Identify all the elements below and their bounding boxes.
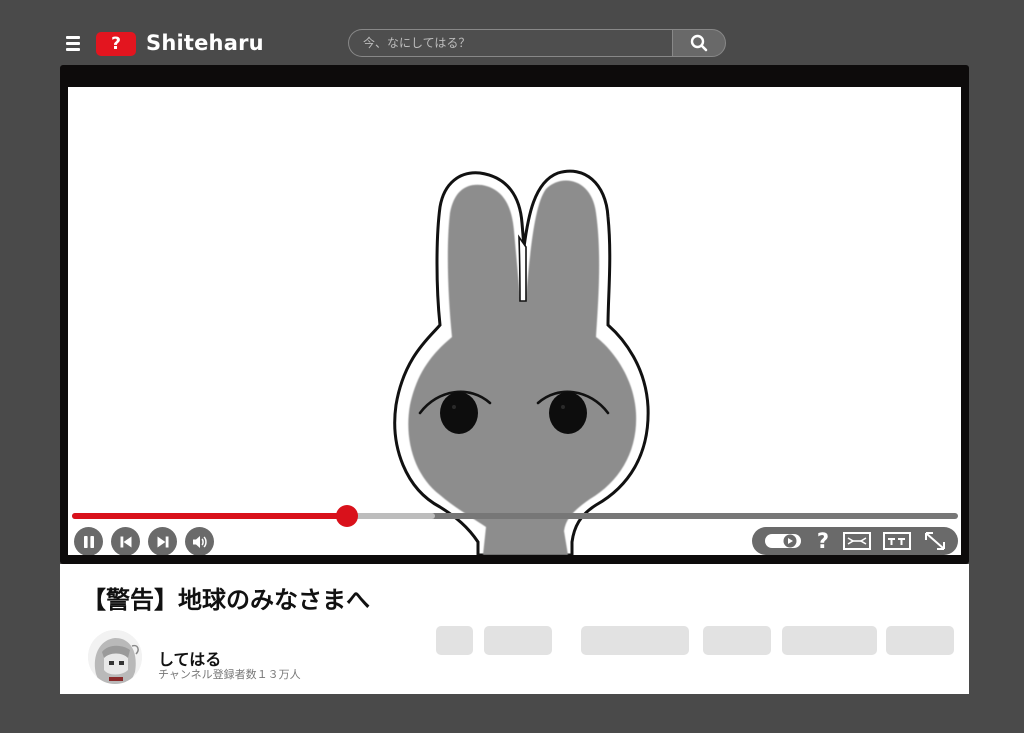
- pause-button[interactable]: [74, 527, 103, 555]
- skip-previous-button[interactable]: [111, 527, 140, 555]
- action-pill-5[interactable]: [782, 626, 877, 655]
- menu-icon[interactable]: [66, 36, 80, 51]
- skip-next-button[interactable]: [148, 527, 177, 555]
- action-pill-4[interactable]: [703, 626, 771, 655]
- logo-icon[interactable]: ?: [96, 32, 136, 56]
- search-button[interactable]: [672, 29, 726, 57]
- action-pill-6[interactable]: [886, 626, 954, 655]
- search-input[interactable]: [348, 29, 672, 57]
- skip-next-icon: [157, 536, 168, 547]
- action-pill-2[interactable]: [484, 626, 552, 655]
- theater-mode-icon[interactable]: [842, 532, 871, 550]
- progress-fill: [72, 513, 347, 519]
- skip-previous-icon: [120, 536, 131, 547]
- autoplay-toggle-icon[interactable]: [764, 532, 802, 550]
- pause-icon: [83, 535, 94, 548]
- subscriber-count: チャンネル登録者数１３万人: [158, 668, 301, 681]
- help-icon[interactable]: ?: [815, 530, 831, 552]
- avatar[interactable]: [88, 630, 142, 684]
- rabbit-illustration: [393, 169, 650, 555]
- volume-button[interactable]: [185, 527, 214, 555]
- fullscreen-icon[interactable]: [924, 531, 946, 551]
- video-info-panel: 【警告】地球のみなさまへ してはる チャンネル登録者数１３万人: [60, 564, 969, 694]
- search-icon: [690, 34, 708, 52]
- player-settings-controls: ?: [752, 527, 958, 555]
- video-title: 【警告】地球のみなさまへ: [82, 586, 370, 614]
- action-pill-1[interactable]: [436, 626, 473, 655]
- svg-text:?: ?: [816, 530, 828, 552]
- volume-icon: [192, 535, 207, 548]
- logo-glyph: ?: [111, 34, 121, 54]
- video-screen[interactable]: ?: [68, 87, 961, 555]
- progress-bar[interactable]: [72, 505, 958, 527]
- action-pill-3[interactable]: [581, 626, 689, 655]
- playback-controls: [74, 527, 214, 555]
- subtitles-icon[interactable]: [883, 532, 912, 550]
- progress-scrubber[interactable]: [335, 505, 358, 527]
- video-player[interactable]: ?: [60, 65, 969, 564]
- brand-name[interactable]: Shiteharu: [146, 31, 264, 55]
- search-bar: [348, 29, 726, 57]
- channel-avatar-icon: [88, 630, 142, 684]
